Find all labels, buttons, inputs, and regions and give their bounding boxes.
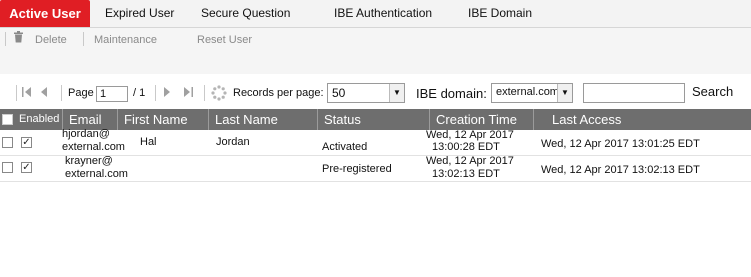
divider bbox=[83, 32, 84, 46]
records-per-page-label: Records per page: bbox=[233, 87, 324, 99]
creation-time-cell: 13:02:13 EDT bbox=[432, 168, 500, 180]
column-last-name[interactable]: Last Name bbox=[208, 109, 317, 130]
delete-button[interactable]: Delete bbox=[35, 34, 67, 46]
ibe-domain-value: external.com bbox=[496, 86, 559, 98]
divider bbox=[5, 32, 6, 46]
last-access-cell: Wed, 12 Apr 2017 13:02:13 EDT bbox=[541, 164, 700, 176]
email-cell: krayner@ bbox=[65, 155, 113, 167]
chevron-down-icon: ▼ bbox=[389, 84, 404, 102]
tab-active-user[interactable]: Active User bbox=[0, 0, 90, 27]
divider bbox=[16, 85, 17, 101]
enabled-checkbox[interactable]: ✓ bbox=[21, 162, 32, 173]
first-name-cell: Hal bbox=[140, 136, 157, 148]
last-access-cell: Wed, 12 Apr 2017 13:01:25 EDT bbox=[541, 138, 700, 150]
page-number-input[interactable]: 1 bbox=[96, 86, 128, 102]
search-input[interactable] bbox=[583, 83, 685, 103]
trash-icon[interactable] bbox=[13, 31, 24, 46]
column-enabled[interactable]: Enabled bbox=[15, 109, 61, 130]
status-cell: Activated bbox=[322, 141, 368, 153]
creation-time-cell: 13:00:28 EDT bbox=[432, 141, 500, 153]
loading-icon bbox=[211, 85, 227, 104]
column-status[interactable]: Status bbox=[317, 109, 429, 130]
toolbar: Delete Maintenance Reset User bbox=[0, 28, 751, 74]
column-creation-time[interactable]: Creation Time bbox=[429, 109, 533, 130]
pager: Page 1 / 1 Records per page: 50 ▼ IBE do… bbox=[0, 79, 751, 109]
page-label: Page bbox=[68, 87, 94, 99]
prev-page-icon[interactable] bbox=[40, 86, 48, 101]
tab-expired-user[interactable]: Expired User bbox=[105, 0, 174, 27]
chevron-down-icon: ▼ bbox=[557, 84, 572, 102]
column-last-access[interactable]: Last Access bbox=[533, 109, 751, 130]
email-cell: external.com bbox=[65, 168, 128, 180]
creation-time-cell: Wed, 12 Apr 2017 bbox=[426, 129, 514, 141]
column-first-name[interactable]: First Name bbox=[117, 109, 208, 130]
divider bbox=[204, 85, 205, 101]
records-per-page-value: 50 bbox=[332, 86, 346, 100]
tab-ibe-domain[interactable]: IBE Domain bbox=[468, 0, 532, 27]
select-all-checkbox[interactable] bbox=[2, 114, 13, 125]
tab-bar: Active User Expired User Secure Question… bbox=[0, 0, 751, 28]
search-button[interactable]: Search bbox=[692, 84, 733, 99]
ibe-domain-label: IBE domain: bbox=[416, 86, 487, 101]
row-select-checkbox[interactable] bbox=[2, 137, 13, 148]
enabled-checkbox[interactable]: ✓ bbox=[21, 137, 32, 148]
row-select-checkbox[interactable] bbox=[2, 162, 13, 173]
divider bbox=[155, 85, 156, 101]
grid-header: Enabled Email First Name Last Name Statu… bbox=[0, 109, 751, 130]
last-name-cell: Jordan bbox=[216, 136, 250, 148]
page-total: / 1 bbox=[133, 87, 146, 99]
status-cell: Pre-registered bbox=[322, 163, 392, 175]
reset-user-button[interactable]: Reset User bbox=[197, 34, 252, 46]
divider bbox=[61, 85, 62, 101]
table-row[interactable]: ✓ hjordan@ external.com Hal Jordan Activ… bbox=[0, 128, 751, 156]
records-per-page-select[interactable]: 50 ▼ bbox=[327, 83, 405, 103]
next-page-icon[interactable] bbox=[163, 86, 171, 101]
column-email[interactable]: Email bbox=[62, 109, 117, 130]
email-cell: external.com bbox=[62, 141, 125, 153]
tab-secure-question[interactable]: Secure Question bbox=[201, 0, 290, 27]
maintenance-button[interactable]: Maintenance bbox=[94, 34, 157, 46]
first-page-icon[interactable] bbox=[22, 86, 32, 101]
last-page-icon[interactable] bbox=[183, 86, 193, 101]
ibe-domain-select[interactable]: external.com ▼ bbox=[491, 83, 573, 103]
creation-time-cell: Wed, 12 Apr 2017 bbox=[426, 155, 514, 167]
table-row[interactable]: ✓ krayner@ external.com Pre-registered W… bbox=[0, 155, 751, 182]
email-cell: hjordan@ bbox=[62, 128, 110, 140]
tab-ibe-authentication[interactable]: IBE Authentication bbox=[334, 0, 432, 27]
